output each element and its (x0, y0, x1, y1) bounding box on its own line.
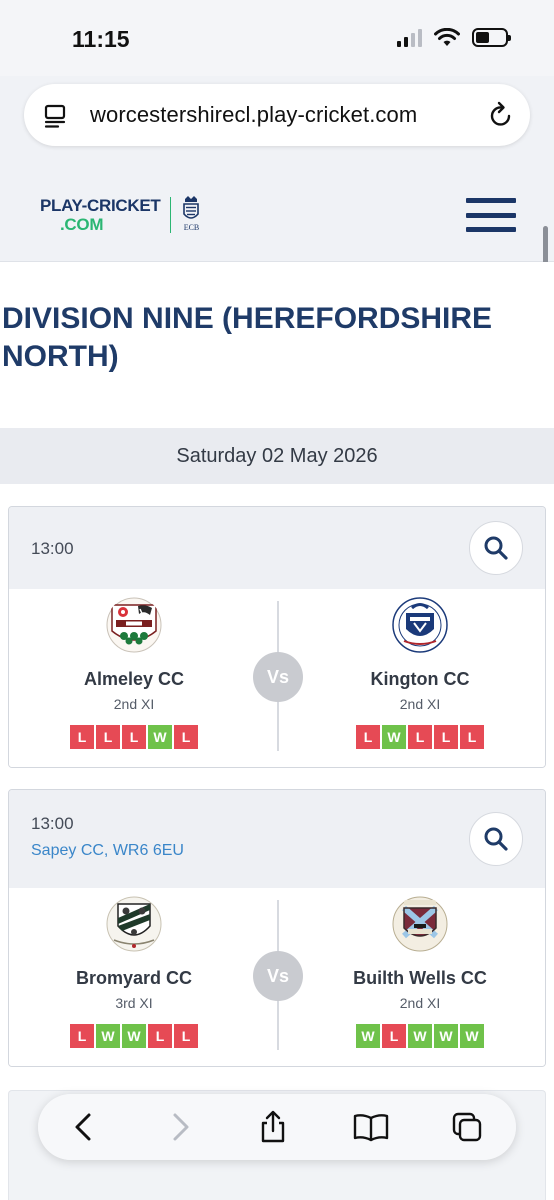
away-team[interactable]: Builth Wells CC 2nd XI W L W W W (295, 888, 545, 1066)
form-result: L (460, 725, 484, 749)
form-result: L (382, 1024, 406, 1048)
form-result: L (174, 725, 198, 749)
share-icon (261, 1110, 285, 1143)
team-xi: 3rd XI (115, 995, 153, 1011)
form-result: W (356, 1024, 380, 1048)
share-button[interactable] (254, 1108, 292, 1146)
form-result: W (408, 1024, 432, 1048)
team-name[interactable]: Builth Wells CC (295, 968, 545, 989)
form-result: L (70, 725, 94, 749)
match-time: 13:00 (31, 814, 74, 833)
match-details-button[interactable] (469, 521, 523, 575)
recent-form: W L W W W (295, 1024, 545, 1048)
ecb-crest-icon (183, 196, 200, 219)
ecb-label: ECB (183, 223, 200, 232)
menu-hamburger-icon[interactable] (466, 198, 516, 232)
chevron-left-icon (75, 1113, 91, 1141)
form-result: W (122, 1024, 146, 1048)
match-card[interactable]: 13:00 Sapey CC, WR6 6EU Bromyard CC 3rd … (8, 789, 546, 1067)
wifi-icon (434, 28, 460, 46)
status-bar: 11:15 (0, 0, 554, 76)
bromyard-club-badge (106, 896, 162, 952)
logo-divider (170, 197, 172, 233)
tabs-icon (452, 1112, 482, 1142)
match-time: 13:00 (31, 539, 74, 558)
back-button[interactable] (64, 1108, 102, 1146)
home-team[interactable]: Almeley CC 2nd XI L L L W L (9, 589, 259, 767)
title-section: DIVISION NINE (HEREFORDSHIRE NORTH) (0, 262, 554, 428)
tabs-button[interactable] (448, 1108, 486, 1146)
forward-button[interactable] (162, 1108, 200, 1146)
form-result: W (382, 725, 406, 749)
book-icon (353, 1114, 389, 1142)
match-card-header: 13:00 Sapey CC, WR6 6EU (9, 790, 545, 888)
home-team[interactable]: Bromyard CC 3rd XI L W W L L (9, 888, 259, 1066)
cellular-signal-icon (397, 28, 422, 47)
form-result: L (148, 1024, 172, 1048)
page-title: DIVISION NINE (HEREFORDSHIRE NORTH) (2, 302, 493, 373)
logo-line2: .COM (60, 215, 104, 234)
kington-club-badge (392, 597, 448, 653)
team-name[interactable]: Bromyard CC (9, 968, 259, 989)
team-xi: 2nd XI (113, 696, 155, 712)
builth-wells-club-badge (392, 896, 448, 952)
battery-icon (472, 28, 511, 47)
match-venue-link[interactable]: Sapey CC, WR6 6EU (31, 842, 184, 860)
form-result: W (434, 1024, 458, 1048)
address-bar[interactable]: worcestershirecl.play-cricket.com (24, 84, 530, 146)
form-result: W (96, 1024, 120, 1048)
form-result: L (70, 1024, 94, 1048)
form-result: L (408, 725, 432, 749)
team-xi: 2nd XI (399, 696, 441, 712)
match-details-button[interactable] (469, 812, 523, 866)
form-result: L (356, 725, 380, 749)
reload-icon[interactable] (488, 101, 514, 129)
recent-form: L W L L L (295, 725, 545, 749)
match-card-body: Bromyard CC 3rd XI L W W L L Vs Builth W… (9, 888, 545, 1066)
away-team[interactable]: Kington CC 2nd XI L W L L L (295, 589, 545, 767)
url-text[interactable]: worcestershirecl.play-cricket.com (90, 102, 417, 128)
fixture-date: Saturday 02 May 2026 (176, 444, 378, 467)
match-card-body: Almeley CC 2nd XI L L L W L Vs Kington C… (9, 589, 545, 767)
match-card[interactable]: 13:00 Almeley CC 2nd XI L L L W L Vs Kin… (8, 506, 546, 768)
logo-wordmark: PLAY-CRICKET .COM (40, 196, 161, 234)
almeley-club-badge (106, 597, 162, 653)
form-result: L (434, 725, 458, 749)
team-name[interactable]: Almeley CC (9, 669, 259, 690)
search-icon (484, 827, 508, 851)
ecb-logo: ECB (181, 196, 201, 234)
recent-form: L W W L L (9, 1024, 259, 1048)
date-header: Saturday 02 May 2026 (0, 428, 554, 484)
form-result: L (174, 1024, 198, 1048)
browser-toolbar (38, 1094, 516, 1160)
team-name[interactable]: Kington CC (295, 669, 545, 690)
match-card-header: 13:00 (9, 507, 545, 589)
bookmarks-button[interactable] (352, 1108, 390, 1146)
logo-line1: PLAY-CRICKET (40, 196, 161, 215)
form-result: L (96, 725, 120, 749)
reader-mode-icon[interactable] (44, 104, 66, 128)
status-icons (397, 28, 511, 47)
site-header: PLAY-CRICKET .COM ECB (0, 176, 554, 262)
form-result: W (148, 725, 172, 749)
form-result: L (122, 725, 146, 749)
team-xi: 2nd XI (399, 995, 441, 1011)
search-icon (484, 536, 508, 560)
form-result: W (460, 1024, 484, 1048)
chevron-right-icon (173, 1113, 189, 1141)
play-cricket-logo[interactable]: PLAY-CRICKET .COM ECB (40, 196, 201, 234)
recent-form: L L L W L (9, 725, 259, 749)
status-time: 11:15 (72, 26, 130, 52)
